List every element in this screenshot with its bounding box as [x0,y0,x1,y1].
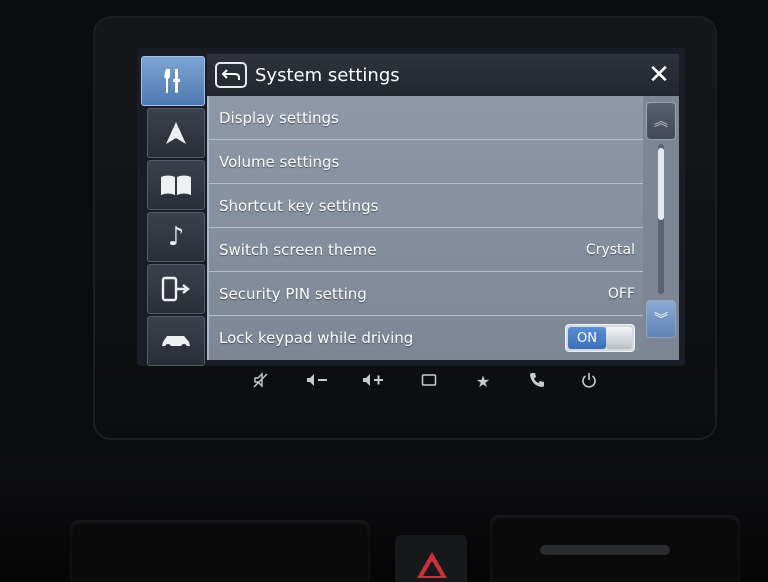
list-item-label: Volume settings [219,152,340,171]
air-vent-slot [540,545,670,555]
car-icon [162,336,190,350]
phone-icon [530,373,544,387]
list-item-volume-settings[interactable]: Volume settings [209,140,645,184]
back-button[interactable] [215,62,247,88]
navigation-arrow-icon [166,122,186,144]
tab-settings[interactable] [141,56,205,106]
list-item-label: Switch screen theme [219,240,377,259]
tools-icon [164,69,180,93]
close-icon: ✕ [648,60,670,90]
mute-button[interactable] [246,372,276,392]
volume-up-button[interactable] [358,372,388,392]
tab-map[interactable] [147,160,205,210]
list-item-switch-screen-theme[interactable]: Switch screen theme Crystal [209,228,645,272]
tab-navigation[interactable] [147,108,205,158]
music-note-icon: ♪ [167,222,185,252]
volume-down-icon [307,374,327,386]
tab-music[interactable]: ♪ [147,212,205,262]
toggle-knob [606,327,632,349]
back-arrow-icon [221,69,240,80]
pin-status-value: OFF [607,285,635,302]
map-book-icon [161,175,191,195]
close-button[interactable]: ✕ [639,60,679,90]
air-vent-left [70,520,370,582]
scroll-up-button[interactable]: ︽ [646,102,676,140]
infotainment-screen: ♪ System settings ✕ Display settings Vol… [137,48,685,366]
tab-car[interactable] [147,316,205,366]
chevron-up-icon: ︽ [654,114,668,130]
tab-phone[interactable] [147,264,205,314]
list-item-shortcut-key-settings[interactable]: Shortcut key settings [209,184,645,228]
scroll-down-button[interactable]: ︾ [646,300,676,338]
side-tabs: ♪ [137,56,207,366]
theme-value: Crystal [585,241,635,258]
toggle-on-label: ON [568,327,606,349]
header-bar: System settings ✕ [207,54,679,96]
power-icon [582,373,596,388]
screen-button[interactable] [414,372,444,391]
scroll-thumb[interactable] [658,148,664,220]
hazard-icon-inner [423,561,441,576]
lock-keypad-toggle[interactable]: ON [565,324,635,352]
mute-icon [253,372,268,388]
list-item-display-settings[interactable]: Display settings [209,96,645,140]
list-item-label: Shortcut key settings [219,196,379,215]
list-item-lock-keypad: Lock keypad while driving ON [209,316,645,360]
phone-button[interactable] [522,372,552,392]
settings-list: Display settings Volume settings Shortcu… [207,96,645,360]
list-item-label: Display settings [219,108,339,127]
page-title: System settings [255,64,400,86]
favorite-star-icon: ★ [475,372,491,391]
list-item-security-pin-setting[interactable]: Security PIN setting OFF [209,272,645,316]
list-item-label: Lock keypad while driving [219,329,414,347]
screen-icon [421,374,437,386]
favorite-button[interactable]: ★ [468,372,498,391]
volume-up-icon [363,374,383,386]
phone-exit-icon [161,276,190,302]
volume-down-button[interactable] [302,372,332,392]
list-item-label: Security PIN setting [219,284,367,303]
chevron-down-icon: ︾ [654,312,668,328]
scrollbar[interactable]: ︽ ︾ [643,96,679,360]
power-button[interactable] [574,372,604,392]
